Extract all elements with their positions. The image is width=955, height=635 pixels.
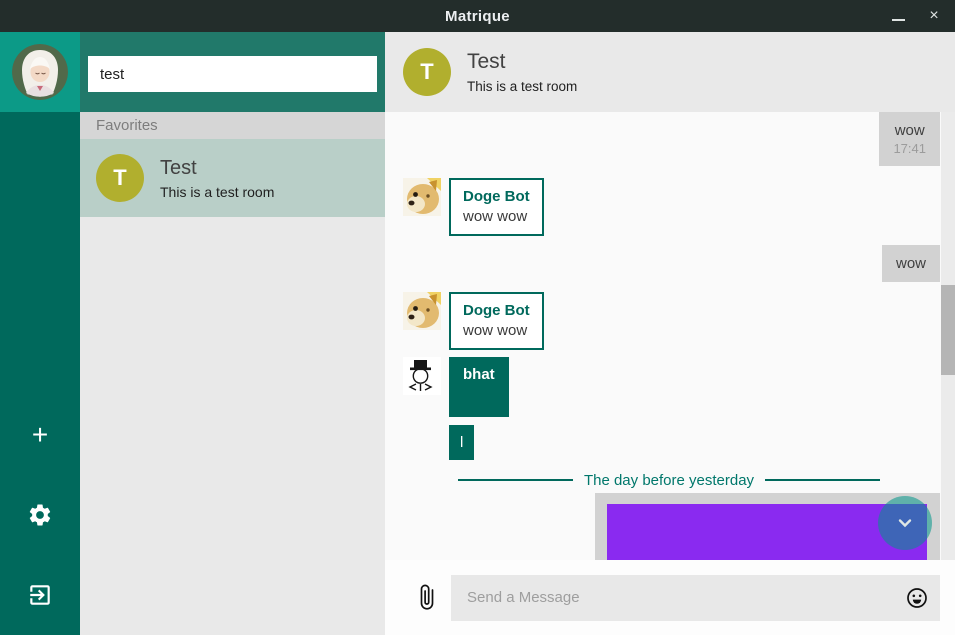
message-row: Doge Bot wow wow	[403, 292, 955, 350]
message-row: bhat	[403, 357, 955, 417]
chat-header: T Test This is a test room	[385, 32, 955, 112]
message-bubble-received: Doge Bot wow wow	[449, 178, 544, 236]
user-avatar-block	[0, 32, 80, 112]
message-bubble-received: Doge Bot wow wow	[449, 292, 544, 350]
emoji-button[interactable]	[906, 587, 928, 609]
message-row: Doge Bot wow wow	[403, 178, 955, 236]
room-texts: Test This is a test room	[160, 157, 274, 200]
message-bubble-received: bhat	[449, 357, 509, 417]
message-sender: bhat	[463, 365, 495, 385]
message-timestamp: 17:41	[893, 141, 926, 156]
user-avatar[interactable]	[12, 44, 68, 100]
paperclip-icon	[416, 583, 438, 613]
app-body: + Favorites T Test This i	[0, 32, 955, 635]
titlebar: Matrique ×	[0, 0, 955, 32]
doge-bot-avatar	[403, 178, 441, 216]
room-avatar: T	[96, 154, 144, 202]
chat-title: Test	[467, 50, 577, 74]
chat-scrollbar-track[interactable]	[941, 112, 955, 560]
divider-label: The day before yesterday	[584, 472, 754, 489]
minimize-icon	[892, 19, 905, 21]
message-text: wow	[893, 122, 926, 139]
message-text: wow	[896, 255, 926, 272]
logout-button[interactable]	[0, 573, 80, 617]
date-divider: The day before yesterday	[458, 472, 880, 488]
composer-bar	[385, 560, 955, 635]
section-header-favorites: Favorites	[80, 112, 385, 139]
doge-avatar-image	[403, 292, 441, 330]
emoji-smiley-icon	[906, 587, 928, 609]
message-text: wow wow	[463, 207, 530, 227]
room-list-panel: Favorites T Test This is a test room	[80, 32, 385, 635]
room-list-item-test[interactable]: T Test This is a test room	[80, 139, 385, 217]
chat-subtitle: This is a test room	[467, 79, 577, 94]
close-button[interactable]: ×	[923, 5, 945, 27]
message-sender: Doge Bot	[463, 301, 530, 321]
chat-room-avatar: T	[403, 48, 451, 96]
message-bubble-sent: wow	[882, 245, 940, 282]
search-input[interactable]	[88, 56, 377, 92]
chat-scrollbar-thumb[interactable]	[941, 285, 955, 375]
room-list-empty-area	[80, 217, 385, 635]
message-input[interactable]	[451, 575, 940, 621]
add-room-button[interactable]: +	[0, 413, 80, 457]
divider-line	[458, 479, 573, 481]
chat-header-texts: Test This is a test room	[467, 50, 577, 94]
app-window: Matrique ×	[0, 0, 955, 635]
window-controls: ×	[887, 0, 945, 32]
room-name: Test	[160, 157, 274, 180]
message-list: wow 17:41	[385, 112, 955, 560]
user-avatar-image	[12, 44, 68, 100]
chat-body: wow 17:41	[385, 112, 955, 635]
message-sender: Doge Bot	[463, 187, 530, 207]
message-bubble-own: l	[449, 425, 474, 460]
doge-avatar-image	[403, 178, 441, 216]
settings-button[interactable]	[0, 493, 80, 537]
divider-line	[765, 479, 880, 481]
composer-field	[451, 575, 940, 621]
window-title: Matrique	[445, 8, 510, 25]
minimize-button[interactable]	[887, 5, 909, 27]
left-rail: +	[0, 32, 80, 635]
message-bubble-sent: wow 17:41	[879, 112, 940, 166]
search-block	[80, 32, 385, 112]
logout-icon	[27, 582, 53, 608]
gear-icon	[27, 502, 53, 528]
room-topic: This is a test room	[160, 184, 274, 200]
bhat-avatar-image	[403, 357, 441, 395]
bhat-avatar	[403, 357, 441, 395]
chat-panel: T Test This is a test room wow 17:41	[385, 32, 955, 635]
attach-file-button[interactable]	[415, 582, 439, 614]
chevron-down-icon	[891, 509, 919, 537]
doge-bot-avatar	[403, 292, 441, 330]
message-text: wow wow	[463, 321, 530, 341]
scroll-to-bottom-button[interactable]	[878, 496, 932, 550]
